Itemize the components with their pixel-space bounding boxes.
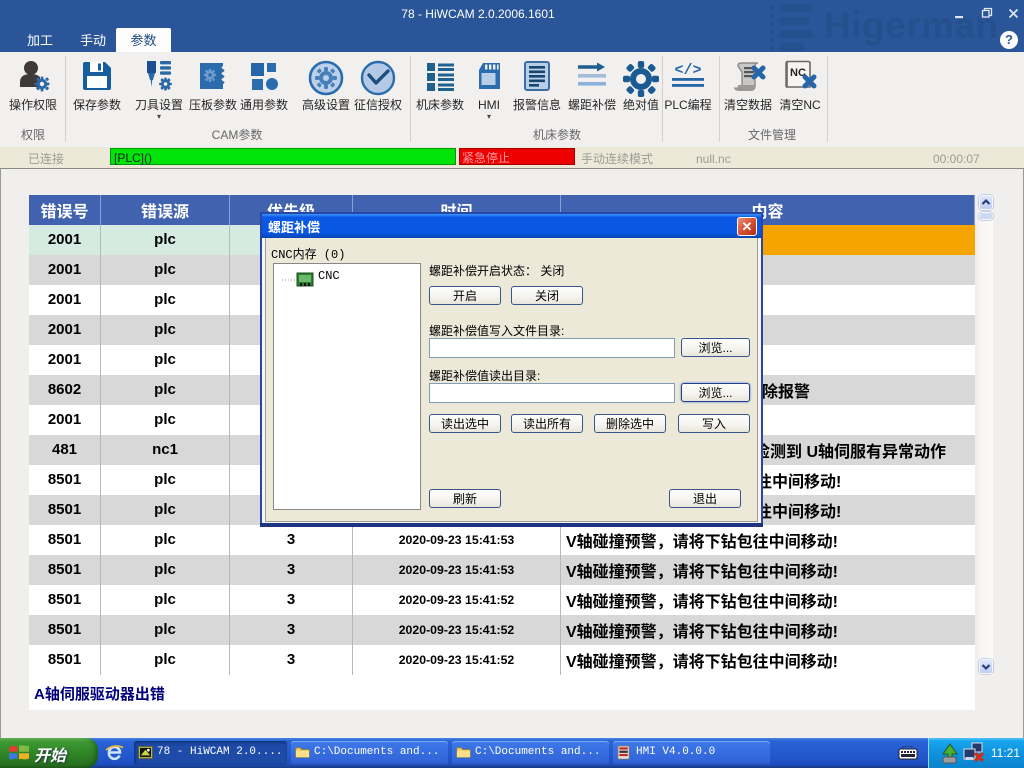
- svg-text:</>: </>: [674, 62, 701, 79]
